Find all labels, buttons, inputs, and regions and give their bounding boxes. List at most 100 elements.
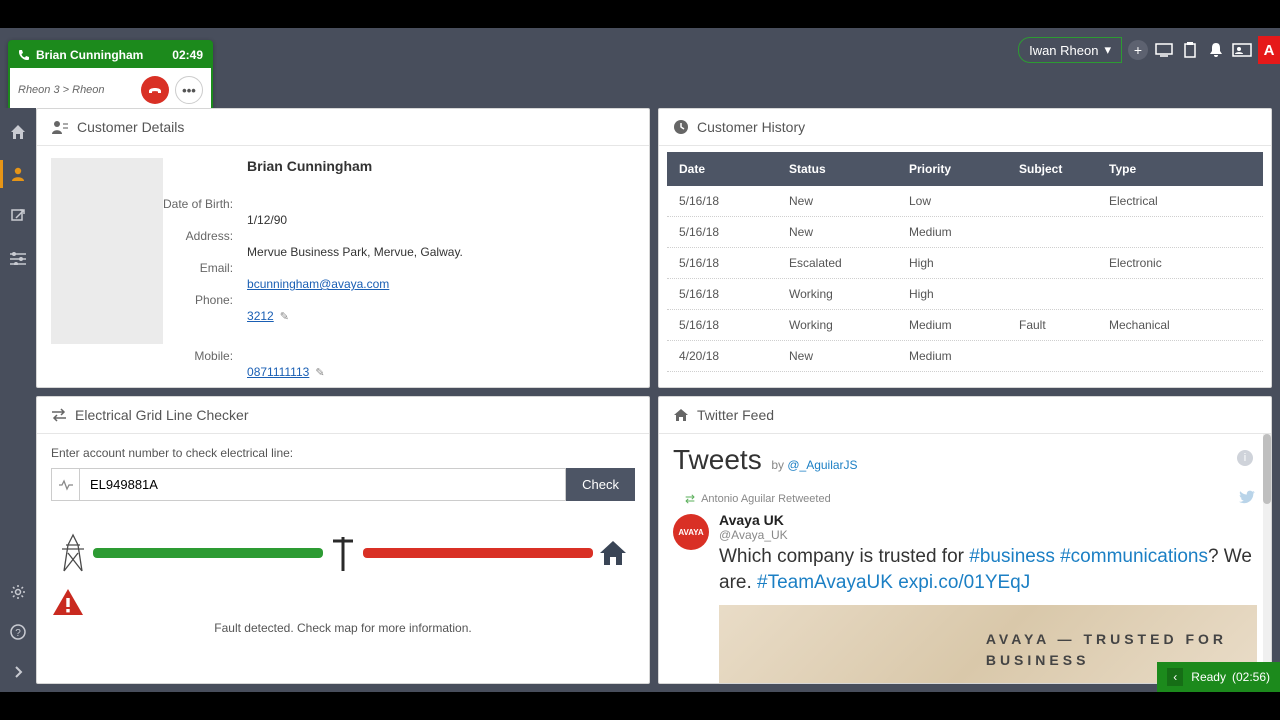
- table-row[interactable]: 4/20/18NewMedium: [667, 341, 1263, 372]
- status-timer: (02:56): [1232, 670, 1270, 684]
- table-row[interactable]: 5/16/18NewMedium: [667, 217, 1263, 248]
- hashtag[interactable]: #business: [969, 546, 1055, 567]
- call-breadcrumb: Rheon 3 > Rheon: [18, 84, 135, 96]
- nav-expand[interactable]: [0, 658, 36, 686]
- chevron-left-icon[interactable]: ‹: [1167, 668, 1183, 686]
- active-call-card: Brian Cunningham 02:49 Rheon 3 > Rheon •…: [8, 40, 213, 114]
- brand-badge[interactable]: A: [1258, 36, 1280, 64]
- panel-title: Customer History: [697, 119, 805, 135]
- cell-subject: [1007, 217, 1097, 247]
- svg-text:?: ?: [15, 628, 21, 639]
- table-row[interactable]: 5/16/18EscalatedHighElectronic: [667, 248, 1263, 279]
- clipboard-icon[interactable]: [1180, 40, 1200, 60]
- col-date[interactable]: Date: [667, 152, 777, 186]
- tower-icon: [53, 533, 93, 573]
- status-label: Ready: [1191, 670, 1226, 684]
- nav-external[interactable]: [0, 202, 36, 230]
- cell-subject: [1007, 279, 1097, 309]
- info-icon[interactable]: i: [1237, 450, 1253, 466]
- cell-subject: [1007, 186, 1097, 216]
- chevron-down-icon: ▾: [1104, 42, 1111, 58]
- cell-status: New: [777, 186, 897, 216]
- label-email: Email:: [200, 258, 233, 278]
- line-fault: [363, 548, 593, 558]
- col-type[interactable]: Type: [1097, 152, 1263, 186]
- tweet-avatar[interactable]: AVAYA: [673, 514, 709, 550]
- panel-title: Customer Details: [77, 119, 184, 135]
- home-icon: [593, 539, 633, 567]
- feed-author-link[interactable]: @_AguilarJS: [787, 458, 857, 472]
- add-icon[interactable]: +: [1128, 40, 1148, 60]
- tweet-link[interactable]: expi.co/01YEqJ: [898, 572, 1030, 593]
- customer-photo: [51, 158, 163, 344]
- bell-icon[interactable]: [1206, 40, 1226, 60]
- history-icon: [673, 119, 689, 135]
- tweet-handle[interactable]: @Avaya_UK: [719, 528, 1257, 542]
- contacts-icon[interactable]: [1232, 40, 1252, 60]
- panel-title: Electrical Grid Line Checker: [75, 407, 249, 423]
- col-subject[interactable]: Subject: [1007, 152, 1097, 186]
- label-dob: Date of Birth:: [163, 194, 233, 214]
- nav-help[interactable]: ?: [0, 618, 36, 646]
- hashtag[interactable]: #TeamAvayaUK: [757, 572, 893, 593]
- cell-type: [1097, 279, 1263, 309]
- warning-icon: [51, 587, 635, 617]
- grid-checker-panel: Electrical Grid Line Checker Enter accou…: [36, 396, 650, 684]
- table-row[interactable]: 5/16/18WorkingMediumFaultMechanical: [667, 310, 1263, 341]
- table-row[interactable]: 5/16/18NewLowElectrical: [667, 186, 1263, 217]
- agent-status-badge[interactable]: ‹ Ready (02:56): [1157, 662, 1280, 692]
- cell-priority: Medium: [897, 341, 1007, 371]
- value-dob: 1/12/90: [247, 210, 463, 230]
- cell-date: 5/16/18: [667, 217, 777, 247]
- feed-scrollbar[interactable]: [1263, 434, 1271, 684]
- tweet-text: Which company is trusted for #business #…: [719, 544, 1257, 595]
- cell-date: 5/16/18: [667, 310, 777, 340]
- cell-date: 5/16/18: [667, 186, 777, 216]
- pulse-icon: [51, 468, 79, 501]
- label-phone: Phone:: [195, 290, 233, 310]
- left-sidebar: ?: [0, 108, 36, 692]
- col-priority[interactable]: Priority: [897, 152, 1007, 186]
- retweet-text: Antonio Aguilar Retweeted: [701, 493, 831, 505]
- value-phone[interactable]: 3212: [247, 309, 274, 323]
- hangup-button[interactable]: [141, 76, 169, 104]
- nav-customer[interactable]: [0, 160, 36, 188]
- cell-subject: [1007, 341, 1097, 371]
- hashtag[interactable]: #communications: [1060, 546, 1208, 567]
- pole-icon: [323, 533, 363, 573]
- grid-visualization: [51, 521, 635, 579]
- tweets-heading: Tweets: [673, 444, 762, 476]
- table-row[interactable]: 5/16/18WorkingHigh: [667, 279, 1263, 310]
- top-toolbar: Iwan Rheon ▾ + A: [1018, 36, 1280, 64]
- value-email[interactable]: bcunningham@avaya.com: [247, 277, 389, 291]
- cell-status: New: [777, 217, 897, 247]
- user-menu[interactable]: Iwan Rheon ▾: [1018, 37, 1122, 63]
- customer-history-panel: Customer History Date Status Priority Su…: [658, 108, 1272, 388]
- cell-type: Electrical: [1097, 186, 1263, 216]
- cell-type: [1097, 341, 1263, 371]
- nav-settings[interactable]: [0, 578, 36, 606]
- customer-name: Brian Cunningham: [247, 158, 463, 198]
- fault-message: Fault detected. Check map for more infor…: [51, 621, 635, 635]
- value-mobile[interactable]: 0871111113: [247, 365, 309, 379]
- swap-icon: [51, 408, 67, 422]
- tweet-account-name[interactable]: Avaya UK: [719, 512, 784, 528]
- cell-type: Electronic: [1097, 248, 1263, 278]
- monitor-icon[interactable]: [1154, 40, 1174, 60]
- nav-home[interactable]: [0, 118, 36, 146]
- account-input[interactable]: [79, 468, 566, 501]
- cell-status: Working: [777, 310, 897, 340]
- nav-sliders[interactable]: [0, 244, 36, 272]
- col-status[interactable]: Status: [777, 152, 897, 186]
- cell-subject: Fault: [1007, 310, 1097, 340]
- tweets-by: by @_AguilarJS: [771, 458, 857, 472]
- edit-mobile-icon[interactable]: ✎: [315, 366, 324, 379]
- check-button[interactable]: Check: [566, 468, 635, 501]
- edit-phone-icon[interactable]: ✎: [280, 310, 289, 323]
- cell-type: Mechanical: [1097, 310, 1263, 340]
- retweet-icon: ⇄: [685, 492, 695, 506]
- cell-subject: [1007, 248, 1097, 278]
- cell-priority: High: [897, 279, 1007, 309]
- call-more-button[interactable]: •••: [175, 76, 203, 104]
- cell-priority: High: [897, 248, 1007, 278]
